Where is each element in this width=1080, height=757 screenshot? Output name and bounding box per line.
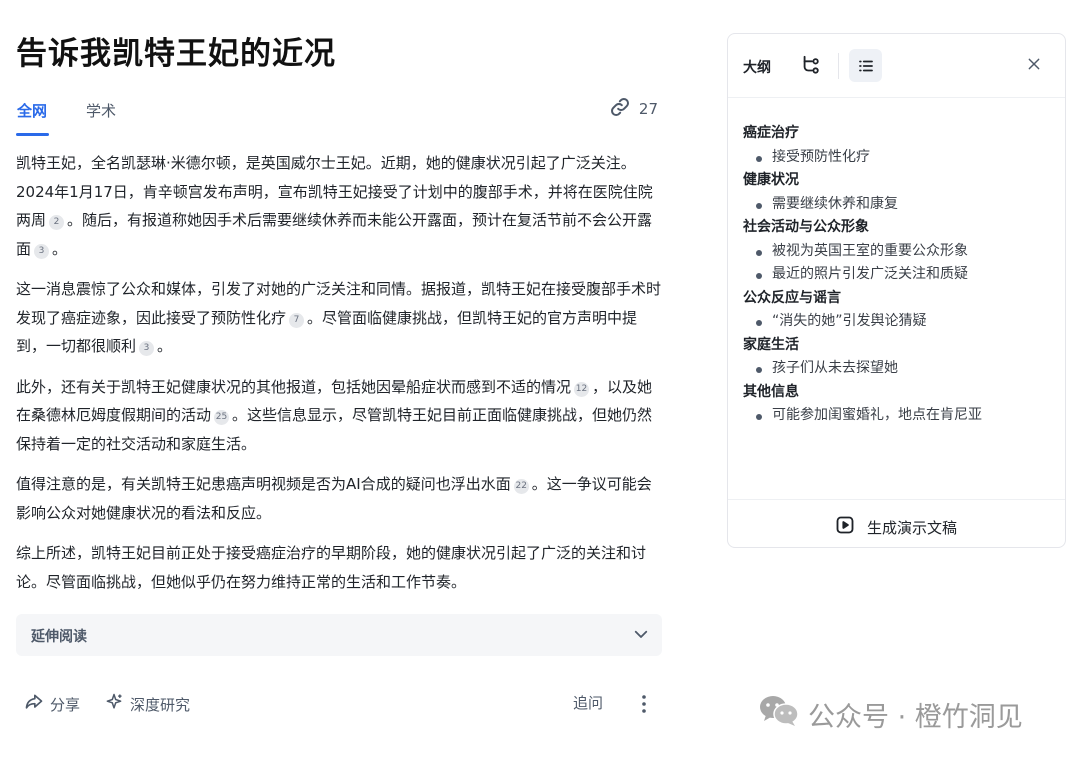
play-square-icon — [835, 515, 855, 539]
outline-list: 癌症治疗 接受预防性化疗 健康状况 需要继续休养和康复 社会活动与公众形象 被视… — [743, 122, 1053, 428]
generate-presentation-button[interactable]: 生成演示文稿 — [835, 515, 957, 539]
outline-heading[interactable]: 癌症治疗 — [743, 122, 1053, 146]
sources-count: 27 — [638, 100, 658, 118]
outline-item[interactable]: “消失的她”引发舆论猜疑 — [743, 310, 1053, 334]
share-icon — [24, 692, 44, 716]
active-tab-indicator — [16, 133, 49, 136]
tab-academic[interactable]: 学术 — [86, 100, 116, 121]
chevron-down-icon — [632, 625, 650, 647]
sources-button[interactable]: 27 — [609, 96, 658, 122]
outline-panel: 大纲 癌症治疗 接受预防性化疗 健康状况 需要继续休养和康复 社会活动与公众形象… — [727, 33, 1066, 548]
outline-item[interactable]: 接受预防性化疗 — [743, 146, 1053, 170]
paragraph: 凯特王妃，全名凯瑟琳·米德尔顿，是英国威尔士王妃。近期，她的健康状况引起了广泛关… — [16, 154, 653, 259]
citation-badge[interactable]: 3 — [34, 243, 50, 259]
follow-up-button[interactable]: 追问 — [573, 692, 603, 713]
outline-heading[interactable]: 家庭生活 — [743, 334, 1053, 358]
deep-research-button[interactable]: 深度研究 — [104, 692, 190, 716]
citation-badge[interactable]: 12 — [574, 381, 590, 397]
tab-all-web[interactable]: 全网 — [17, 100, 47, 121]
outline-heading[interactable]: 其他信息 — [743, 381, 1053, 405]
citation-badge[interactable]: 25 — [214, 410, 230, 425]
close-icon[interactable] — [1026, 56, 1042, 76]
answer-body: 凯特王妃，全名凯瑟琳·米德尔顿，是英国威尔士王妃。近期，她的健康状况引起了广泛关… — [16, 149, 664, 608]
watermark: 公众号 · 橙竹洞见 — [758, 694, 1023, 735]
divider — [838, 53, 839, 79]
citation-badge[interactable]: 3 — [139, 341, 155, 356]
answer-actions: 分享 深度研究 追问 — [16, 690, 664, 720]
citation-badge[interactable]: 7 — [289, 312, 305, 328]
source-tabs: 全网 学术 27 — [16, 96, 664, 136]
citation-badge[interactable]: 2 — [49, 215, 65, 230]
mindmap-view-button[interactable] — [800, 54, 822, 80]
page-title: 告诉我凯特王妃的近况 — [16, 36, 336, 72]
wechat-icon — [758, 694, 800, 735]
outline-panel-footer: 生成演示文稿 — [728, 499, 1065, 550]
citation-badge[interactable]: 22 — [513, 479, 529, 494]
outline-heading[interactable]: 健康状况 — [743, 169, 1053, 193]
extended-reading-label: 延伸阅读 — [31, 629, 87, 645]
outline-item[interactable]: 被视为英国王室的重要公众形象 — [743, 240, 1053, 264]
list-view-button[interactable] — [849, 49, 882, 82]
link-icon — [609, 96, 631, 122]
outline-panel-header: 大纲 — [728, 34, 1065, 98]
more-vertical-icon — [636, 694, 652, 718]
outline-item[interactable]: 需要继续休养和康复 — [743, 193, 1053, 217]
paragraph: 这一消息震惊了公众和媒体，引发了对她的广泛关注和同情。据报道，凯特王妃在接受腹部… — [16, 280, 662, 356]
outline-title: 大纲 — [743, 60, 771, 76]
outline-heading[interactable]: 公众反应与谣言 — [743, 287, 1053, 311]
more-options-button[interactable] — [636, 694, 652, 718]
outline-item[interactable]: 可能参加闺蜜婚礼，地点在肯尼亚 — [743, 404, 1053, 428]
watermark-text: 公众号 · 橙竹洞见 — [808, 702, 1023, 733]
share-button[interactable]: 分享 — [24, 692, 80, 716]
outline-item[interactable]: 孩子们从未去探望她 — [743, 357, 1053, 381]
paragraph: 此外，还有关于凯特王妃健康状况的其他报道，包括她因晕船症状而感到不适的情况 12，… — [16, 377, 653, 453]
paragraph: 值得注意的是，有关凯特王妃患癌声明视频是否为AI合成的疑问也浮出水面 22 。这一争… — [16, 475, 652, 522]
extended-reading-toggle[interactable]: 延伸阅读 — [16, 614, 662, 656]
paragraph: 综上所述，凯特王妃目前正处于接受癌症治疗的早期阶段，她的健康状况引起了广泛的关注… — [16, 544, 647, 591]
outline-item[interactable]: 最近的照片引发广泛关注和质疑 — [743, 263, 1053, 287]
outline-heading[interactable]: 社会活动与公众形象 — [743, 216, 1053, 240]
sparkle-icon — [104, 692, 124, 716]
